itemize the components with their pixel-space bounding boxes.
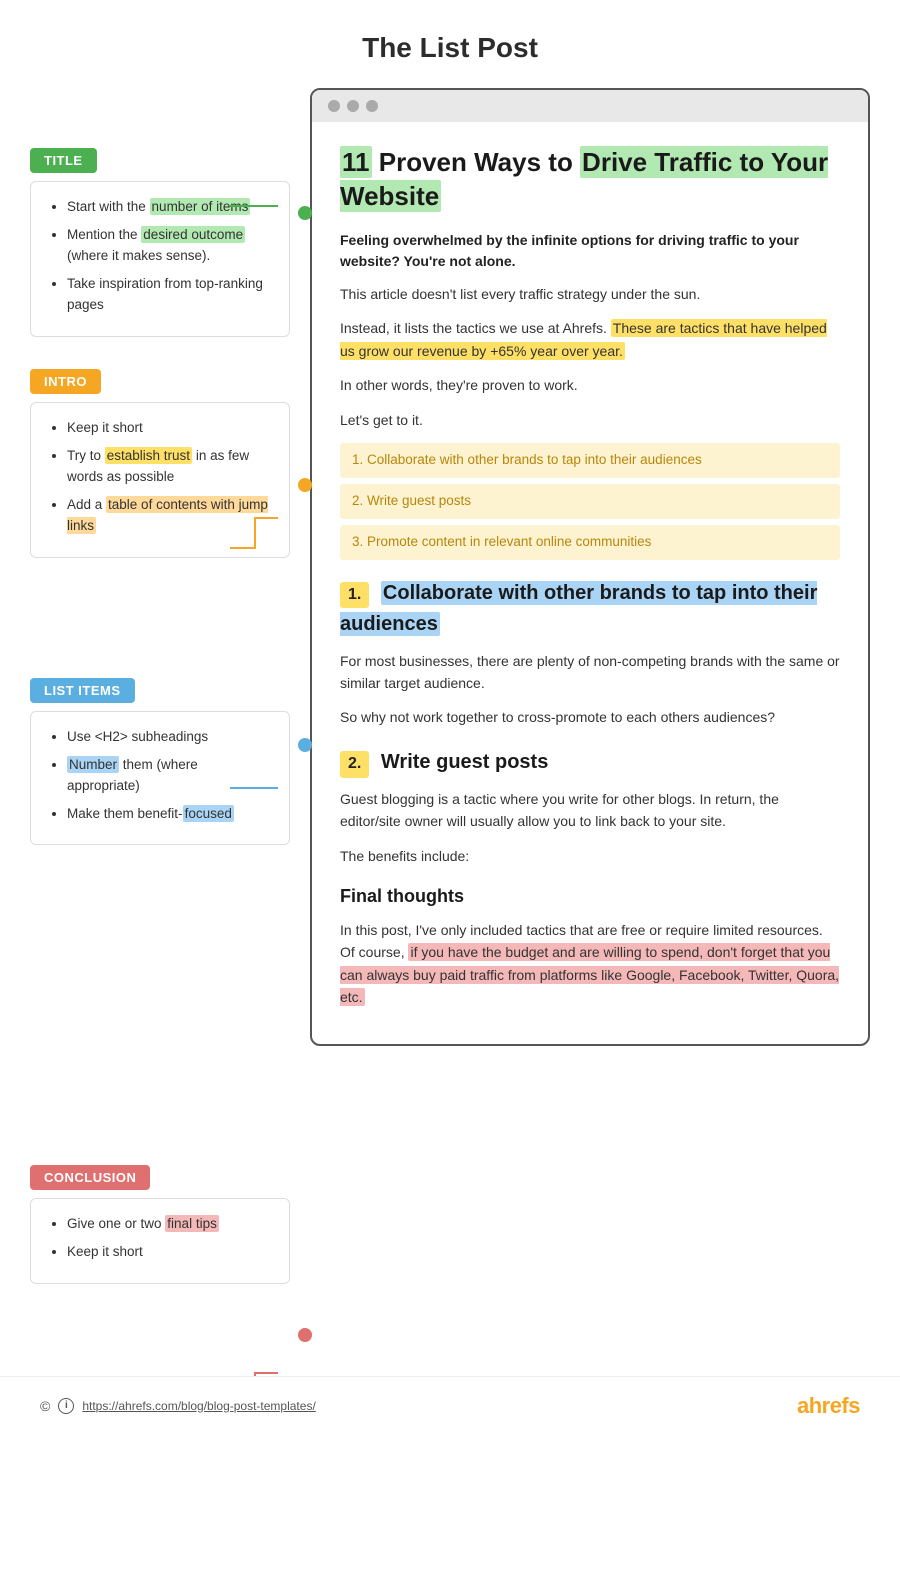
title-card: Start with the number of items Mention t…: [30, 181, 290, 337]
connector-dot-intro: [298, 478, 312, 492]
conclusion-annotation: CONCLUSION Give one or two final tips Ke…: [30, 1165, 290, 1283]
intro-label: INTRO: [30, 369, 101, 394]
browser-dot-1: [328, 100, 340, 112]
conclusion-tip-1: Give one or two final tips: [67, 1213, 271, 1235]
intro-tip-1: Keep it short: [67, 417, 271, 439]
final-heading: Final thoughts: [340, 883, 840, 911]
final-highlight: if you have the budget and are willing t…: [340, 943, 839, 1006]
section-1-heading: 1. Collaborate with other brands to tap …: [340, 578, 840, 640]
section-2-para-1: Guest blogging is a tactic where you wri…: [340, 788, 840, 833]
toc-item-1[interactable]: 1. Collaborate with other brands to tap …: [340, 443, 840, 478]
section-2-num: 2.: [340, 751, 369, 778]
article-para-4: Let's get to it.: [340, 409, 840, 431]
toc-item-3[interactable]: 3. Promote content in relevant online co…: [340, 525, 840, 560]
connector-dot-conclusion: [298, 1328, 312, 1342]
info-icon: i: [58, 1398, 74, 1414]
browser-content: 11 Proven Ways to Drive Traffic to Your …: [312, 122, 868, 1044]
list-items-label: LIST ITEMS: [30, 678, 135, 703]
section-2-para-2: The benefits include:: [340, 845, 840, 867]
intro-annotation: INTRO Keep it short Try to establish tru…: [30, 369, 290, 558]
right-panel: 11 Proven Ways to Drive Traffic to Your …: [310, 88, 870, 1316]
connector-dot-list: [298, 738, 312, 752]
section-1-para-1: For most businesses, there are plenty of…: [340, 650, 840, 695]
list-items-annotation: LIST ITEMS Use <H2> subheadings Number t…: [30, 678, 290, 845]
browser-bar: [312, 90, 868, 122]
title-number: 11: [340, 146, 372, 178]
section-2-title: Write guest posts: [381, 751, 548, 773]
conclusion-tip-2: Keep it short: [67, 1241, 271, 1263]
toc-item-2[interactable]: 2. Write guest posts: [340, 484, 840, 519]
title-tip-1: Start with the number of items: [67, 196, 271, 218]
conclusion-card: Give one or two final tips Keep it short: [30, 1198, 290, 1283]
browser-window: 11 Proven Ways to Drive Traffic to Your …: [310, 88, 870, 1046]
article-para-3: In other words, they're proven to work.: [340, 374, 840, 396]
intro-tip-2: Try to establish trust in as few words a…: [67, 445, 271, 488]
section-1-title: Collaborate with other brands to tap int…: [340, 581, 817, 636]
intro-card: Keep it short Try to establish trust in …: [30, 402, 290, 558]
article-intro-bold: Feeling overwhelmed by the infinite opti…: [340, 230, 840, 273]
left-panel: TITLE Start with the number of items Men…: [30, 88, 310, 1316]
connector-dot-title: [298, 206, 312, 220]
final-para: In this post, I've only included tactics…: [340, 919, 840, 1009]
list-tip-2: Number them (where appropriate): [67, 754, 271, 797]
title-label: TITLE: [30, 148, 97, 173]
section-1-num: 1.: [340, 582, 369, 609]
browser-dot-2: [347, 100, 359, 112]
footer: © i https://ahrefs.com/blog/blog-post-te…: [0, 1376, 900, 1435]
footer-logo: ahrefs: [797, 1393, 860, 1419]
title-annotation: TITLE Start with the number of items Men…: [30, 148, 290, 337]
footer-left: © i https://ahrefs.com/blog/blog-post-te…: [40, 1398, 316, 1414]
table-of-contents: 1. Collaborate with other brands to tap …: [340, 443, 840, 560]
intro-tip-3: Add a table of contents with jump links: [67, 494, 271, 537]
section-1-para-2: So why not work together to cross-promot…: [340, 706, 840, 728]
article-para-1: This article doesn't list every traffic …: [340, 283, 840, 305]
title-tip-3: Take inspiration from top-ranking pages: [67, 273, 271, 316]
browser-dot-3: [366, 100, 378, 112]
title-tip-2: Mention the desired outcome (where it ma…: [67, 224, 271, 267]
footer-url[interactable]: https://ahrefs.com/blog/blog-post-templa…: [82, 1399, 315, 1413]
title-highlighted: Drive Traffic to Your Website: [340, 146, 828, 212]
conclusion-label: CONCLUSION: [30, 1165, 150, 1190]
list-tip-1: Use <H2> subheadings: [67, 726, 271, 748]
article-para-2: Instead, it lists the tactics we use at …: [340, 317, 840, 362]
cc-icon: ©: [40, 1398, 50, 1414]
list-tip-3: Make them benefit-focused: [67, 803, 271, 825]
article-title: 11 Proven Ways to Drive Traffic to Your …: [340, 146, 840, 214]
section-2-heading: 2. Write guest posts: [340, 747, 840, 778]
list-items-card: Use <H2> subheadings Number them (where …: [30, 711, 290, 845]
page-title: The List Post: [0, 0, 900, 88]
